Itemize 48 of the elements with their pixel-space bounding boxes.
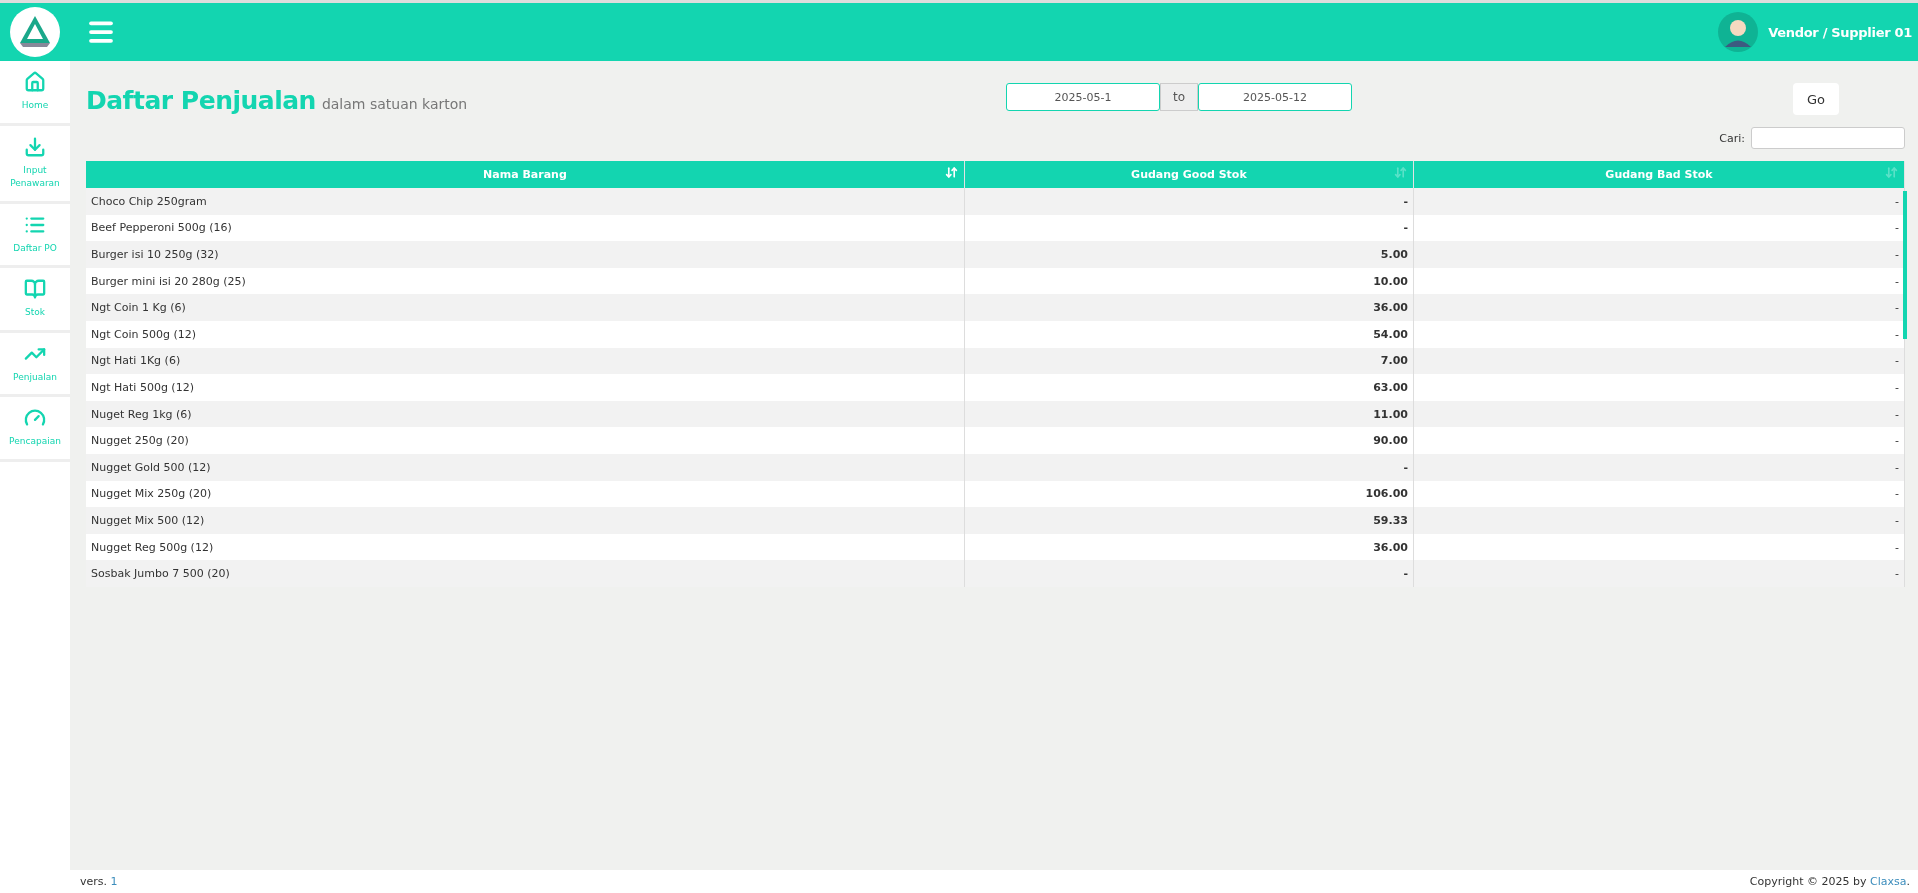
search-label: Cari: <box>1719 131 1745 145</box>
date-to-field[interactable]: 2025-05-12 <box>1198 83 1352 111</box>
sort-icon[interactable] <box>944 166 958 179</box>
logo-icon <box>10 7 60 57</box>
go-button[interactable]: Go <box>1793 83 1839 115</box>
search-field[interactable] <box>1751 127 1905 149</box>
table-cell: - <box>964 188 1414 215</box>
company-link[interactable]: Claxsa <box>1870 875 1907 888</box>
table-cell: Sosbak Jumbo 7 500 (20) <box>86 560 965 587</box>
table-cell: 90.00 <box>964 427 1414 454</box>
table-cell: - <box>1413 427 1905 454</box>
sort-icon[interactable] <box>1885 166 1898 179</box>
table-cell: - <box>1413 560 1905 587</box>
table-cell: Ngt Coin 1 Kg (6) <box>86 294 965 321</box>
table-cell: - <box>1413 453 1905 481</box>
table-cell: Nugget Mix 500 (12) <box>86 507 965 534</box>
table-cell: - <box>964 453 1414 481</box>
table-cell: Ngt Coin 500g (12) <box>86 320 965 348</box>
user-name[interactable]: Vendor / Supplier 01 <box>1768 24 1912 40</box>
table-cell: - <box>1413 507 1905 534</box>
table-cell: - <box>964 560 1414 587</box>
scrollbar-thumb[interactable] <box>1903 191 1907 339</box>
table-cell: 5.00 <box>964 241 1414 268</box>
date-from-field[interactable]: 2025-05-1 <box>1006 83 1160 111</box>
table-cell: - <box>1413 374 1905 401</box>
table-cell: 36.00 <box>964 294 1414 321</box>
avatar-icon <box>1718 12 1759 52</box>
table-cell: 59.33 <box>964 507 1414 534</box>
table-cell: 63.00 <box>964 374 1414 401</box>
version-text: vers. 1 <box>80 875 118 888</box>
version-link[interactable]: 1 <box>110 875 118 888</box>
copyright-text: Copyright © 2025 by Claxsa. <box>1749 875 1910 888</box>
sort-icon[interactable] <box>1394 166 1407 179</box>
table-cell: Nugget 250g (20) <box>86 427 965 454</box>
table-cell: Choco Chip 250gram <box>86 188 965 215</box>
table-cell: Ngt Hati 500g (12) <box>86 374 965 401</box>
home-icon <box>24 71 46 93</box>
table-cell: 54.00 <box>964 320 1414 348</box>
book-icon <box>24 278 46 300</box>
download-icon <box>24 135 46 158</box>
column-header[interactable]: Nama Barang <box>86 161 965 188</box>
column-header[interactable]: Gudang Good Stok <box>964 161 1414 188</box>
table-cell: Nugget Gold 500 (12) <box>86 453 965 481</box>
page-subtitle: dalam satuan karton <box>321 96 468 112</box>
column-header[interactable]: Gudang Bad Stok <box>1413 161 1905 188</box>
table-cell: Burger isi 10 250g (32) <box>86 241 965 268</box>
page-title: Daftar Penjualan <box>86 86 316 115</box>
date-separator: to <box>1160 83 1198 111</box>
